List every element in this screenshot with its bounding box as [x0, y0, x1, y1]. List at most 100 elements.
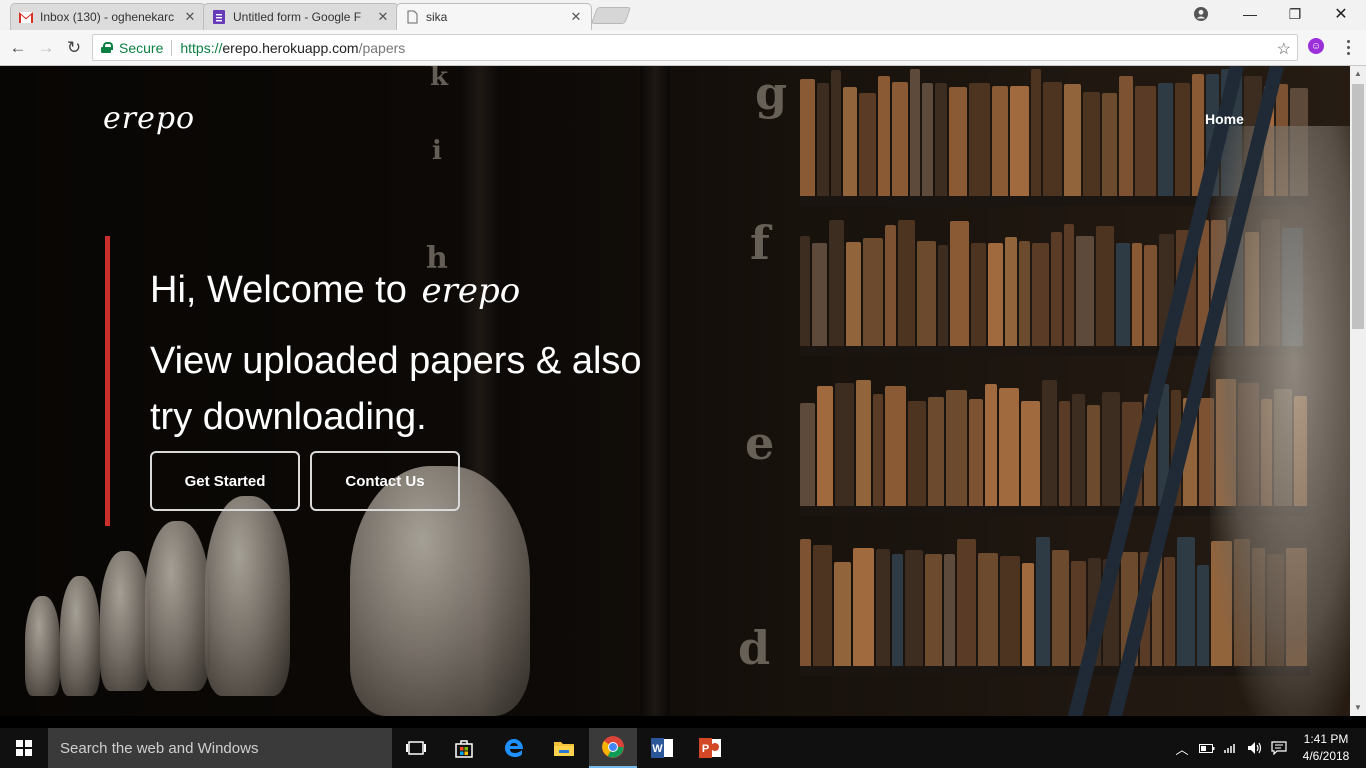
- book-spine: [856, 379, 871, 506]
- book-spine: [944, 554, 955, 666]
- book-spine: [829, 219, 844, 346]
- get-started-button[interactable]: Get Started: [150, 451, 300, 511]
- close-tab-icon[interactable]: ✕: [183, 9, 197, 25]
- contact-us-button[interactable]: Contact Us: [310, 451, 460, 511]
- scroll-up-icon[interactable]: ▲: [1350, 66, 1366, 82]
- volume-icon[interactable]: [1244, 728, 1266, 768]
- background-letter: k: [430, 66, 449, 92]
- scrollbar-thumb[interactable]: [1352, 84, 1364, 329]
- book-spine: [948, 86, 967, 196]
- tab-google-form[interactable]: Untitled form - Google F ✕: [203, 3, 399, 30]
- profile-icon[interactable]: [1178, 0, 1224, 28]
- secure-indicator[interactable]: Secure: [93, 40, 163, 56]
- book-spine: [1102, 93, 1118, 196]
- close-tab-icon[interactable]: ✕: [569, 9, 583, 25]
- ladder-image: [1060, 66, 1284, 716]
- battery-icon[interactable]: [1196, 728, 1218, 768]
- powerpoint-icon[interactable]: P: [686, 728, 734, 768]
- forward-arrow-icon[interactable]: →: [35, 37, 57, 59]
- book-spine: [876, 549, 890, 666]
- lock-icon: [101, 42, 113, 53]
- bust-image: [145, 521, 210, 691]
- book-spine: [1059, 400, 1070, 506]
- url-path: /papers: [358, 39, 406, 56]
- book-spine: [1009, 85, 1029, 196]
- book-spine: [921, 82, 933, 196]
- task-view-icon[interactable]: [392, 728, 440, 768]
- nav-home-link[interactable]: Home: [1205, 111, 1244, 127]
- hero-section: k i h g f e d erepo Home Hi, Welcome to …: [0, 66, 1350, 716]
- page-scrollbar[interactable]: ▲ ▼: [1350, 66, 1366, 716]
- site-logo[interactable]: erepo: [103, 101, 195, 136]
- book-spine: [1042, 81, 1063, 196]
- windows-logo-icon: [16, 740, 32, 756]
- book-spine: [1051, 231, 1062, 346]
- minimize-icon[interactable]: —: [1227, 0, 1273, 28]
- tab-title: Inbox (130) - oghenekarc: [40, 10, 175, 24]
- book-spine: [988, 243, 1003, 346]
- edge-icon[interactable]: [490, 728, 538, 768]
- background-letter: f: [750, 216, 770, 270]
- book-spine: [1032, 243, 1049, 346]
- chevron-up-icon[interactable]: ︿: [1172, 728, 1192, 768]
- accent-bar: [105, 236, 110, 526]
- book-spine: [928, 396, 944, 506]
- book-spine: [1036, 537, 1050, 666]
- page-icon: [405, 10, 419, 24]
- divider: [171, 39, 173, 56]
- book-spine: [800, 538, 811, 666]
- action-center-icon[interactable]: [1268, 728, 1290, 768]
- book-spine: [1052, 550, 1069, 666]
- book-spine: [999, 387, 1019, 506]
- book-spine: [800, 403, 815, 506]
- bust-image: [60, 576, 100, 696]
- svg-text:W: W: [652, 743, 663, 755]
- bust-image: [205, 496, 290, 696]
- tab-sika[interactable]: sika ✕: [396, 3, 592, 30]
- url-host: erepo.herokuapp.com: [222, 39, 359, 56]
- close-tab-icon[interactable]: ✕: [376, 9, 390, 25]
- book-spine: [898, 219, 915, 346]
- browser-menu-icon[interactable]: [1342, 38, 1354, 56]
- book-spine: [817, 386, 833, 506]
- book-spine: [1064, 223, 1074, 346]
- store-icon[interactable]: [440, 728, 488, 768]
- google-forms-icon: [212, 10, 226, 24]
- tab-inbox[interactable]: Inbox (130) - oghenekarc ✕: [10, 3, 206, 30]
- extension-icon[interactable]: ☺: [1308, 38, 1324, 54]
- windows-taskbar: Search the web and Windows W P ︿ 1:41 PM…: [0, 728, 1366, 768]
- tab-title: sika: [426, 10, 448, 24]
- scroll-down-icon[interactable]: ▼: [1350, 700, 1366, 716]
- close-window-icon[interactable]: ✕: [1318, 0, 1364, 28]
- file-explorer-icon[interactable]: [540, 728, 588, 768]
- book-spine: [971, 243, 986, 346]
- wifi-icon[interactable]: [1221, 728, 1243, 768]
- reload-icon[interactable]: ↻: [63, 37, 85, 59]
- book-spine: [1042, 379, 1057, 506]
- background-letter: d: [738, 621, 771, 675]
- bookmark-star-icon[interactable]: ☆: [1277, 39, 1291, 59]
- restore-icon[interactable]: ❐: [1272, 0, 1318, 28]
- book-spine: [1021, 400, 1040, 506]
- chrome-taskbar-icon[interactable]: [589, 728, 637, 768]
- clock-time: 1:41 PM: [1303, 732, 1349, 746]
- book-spine: [1083, 92, 1101, 196]
- book-spine: [835, 382, 854, 506]
- address-bar[interactable]: Secure https:// erepo.herokuapp.com /pap…: [92, 34, 1298, 61]
- book-spine: [917, 240, 936, 346]
- start-button[interactable]: [0, 728, 48, 768]
- taskbar-search-box[interactable]: Search the web and Windows: [48, 728, 392, 768]
- word-icon[interactable]: W: [638, 728, 686, 768]
- system-clock[interactable]: 1:41 PM 4/6/2018: [1296, 731, 1356, 765]
- background-letter: e: [745, 416, 775, 470]
- tab-title: Untitled form - Google F: [233, 10, 362, 24]
- book-spine: [1030, 68, 1041, 196]
- bust-image: [100, 551, 150, 691]
- url-scheme: https://: [180, 39, 223, 56]
- hero-heading: Hi, Welcome to erepo: [150, 269, 520, 312]
- new-tab-button[interactable]: [590, 7, 632, 24]
- book-spine: [957, 538, 976, 666]
- book-spine: [873, 394, 883, 506]
- background-letter: g: [755, 66, 788, 120]
- back-arrow-icon[interactable]: ←: [7, 37, 29, 59]
